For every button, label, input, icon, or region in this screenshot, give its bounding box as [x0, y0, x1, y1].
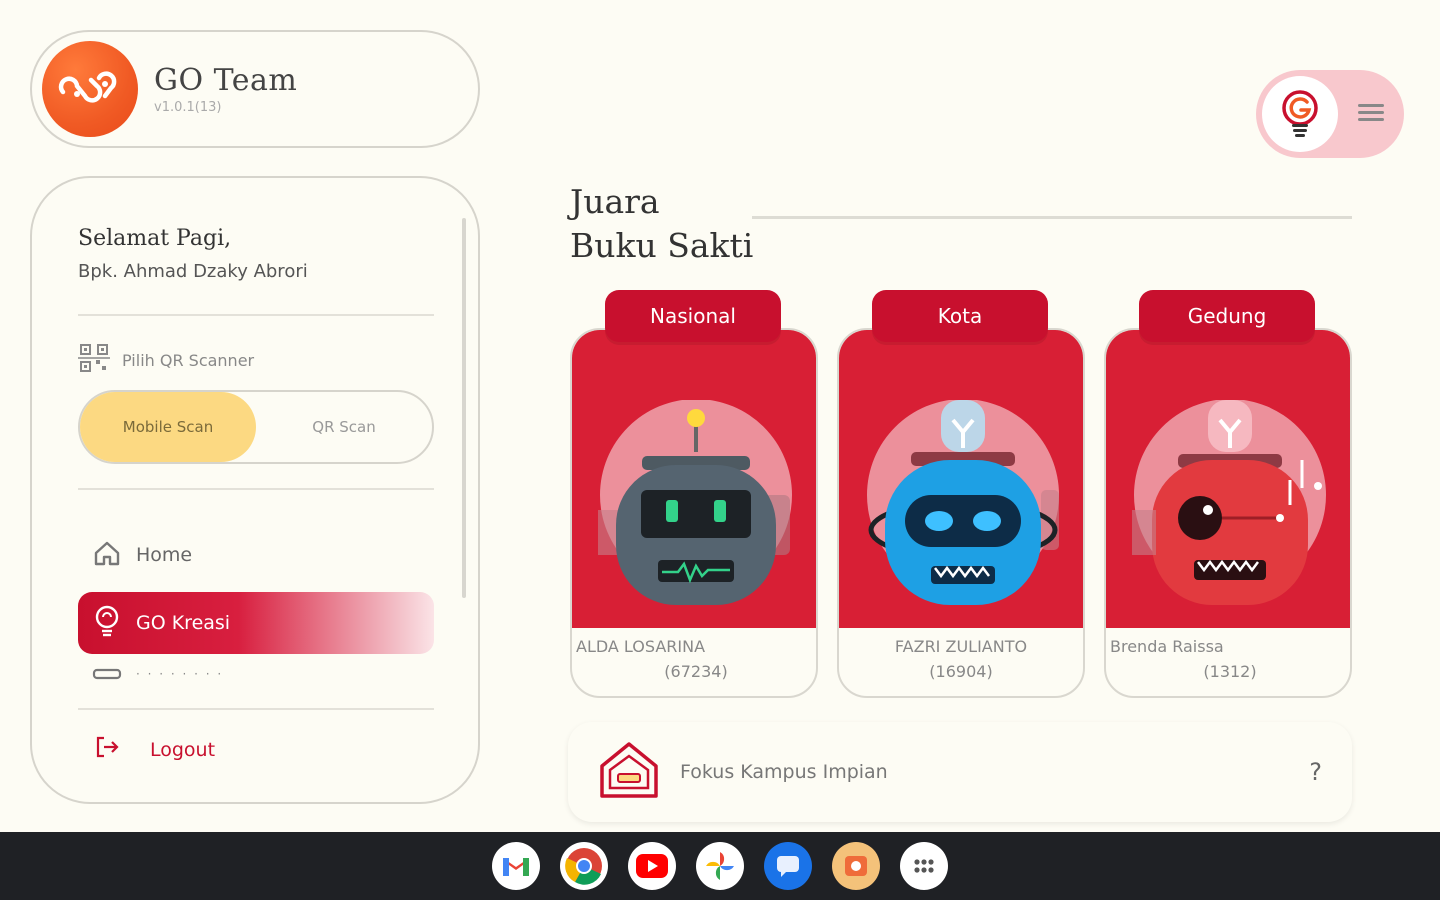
system-taskbar: [0, 832, 1440, 900]
gmail-icon[interactable]: [492, 842, 540, 890]
nav-item-home[interactable]: Home: [78, 524, 434, 586]
messages-icon[interactable]: [764, 842, 812, 890]
fokus-label: Fokus Kampus Impian: [680, 761, 888, 783]
app-logo: [42, 41, 138, 137]
app-version: v1.0.1(13): [154, 100, 222, 115]
sidebar-scrollbar[interactable]: [462, 218, 466, 598]
logout-label: Logout: [150, 738, 216, 761]
scan-mode-toggle: Mobile Scan QR Scan: [78, 390, 434, 464]
top-menu-pill[interactable]: [1256, 70, 1404, 158]
youtube-icon[interactable]: [628, 842, 676, 890]
gallery-icon[interactable]: [832, 842, 880, 890]
app-header-card: GO Team v1.0.1(13): [30, 30, 480, 148]
player-score: (67234): [664, 662, 728, 681]
section-title-line1: Juara: [570, 182, 660, 221]
fokus-kampus-card[interactable]: Fokus Kampus Impian ?: [568, 722, 1352, 822]
help-icon[interactable]: ?: [1309, 758, 1322, 786]
nav-item-label: · · · · · · · ·: [136, 667, 224, 681]
sidebar: Selamat Pagi, Bpk. Ahmad Dzaky Abrori Pi…: [30, 176, 480, 804]
gray-robot-avatar: [598, 400, 792, 605]
app-name: GO Team: [154, 63, 298, 98]
leaderboard-card-gedung[interactable]: Gedung Brenda Raissa (1312): [1104, 290, 1352, 698]
logout-icon: [94, 734, 120, 765]
brand-bulb-icon[interactable]: [1262, 76, 1338, 152]
user-name: Bpk. Ahmad Dzaky Abrori: [78, 261, 308, 282]
player-name: ALDA LOSARINA: [576, 637, 706, 656]
mobile-scan-option[interactable]: Mobile Scan: [80, 392, 256, 462]
nav-item-partial[interactable]: · · · · · · · ·: [78, 654, 434, 694]
player-name: Brenda Raissa: [1110, 637, 1224, 656]
chrome-icon[interactable]: [560, 842, 608, 890]
player-name: FAZRI ZULIANTO: [894, 637, 1028, 656]
qr-scan-option[interactable]: QR Scan: [256, 392, 432, 462]
campus-house-icon: [598, 740, 660, 804]
section-divider: [752, 216, 1352, 219]
divider: [78, 488, 434, 490]
leaderboard-card-nasional[interactable]: Nasional ALDA LOSARINA (67234): [570, 290, 818, 698]
player-score: (16904): [929, 662, 993, 681]
qr-scanner-label-text: Pilih QR Scanner: [122, 350, 255, 370]
logout-button[interactable]: Logout: [94, 734, 215, 765]
card-tab-label: Gedung: [1139, 290, 1315, 342]
bulb-icon: [92, 604, 122, 643]
nav-item-label: GO Kreasi: [136, 612, 231, 634]
section-title: Juara Buku Sakti: [570, 180, 753, 268]
red-robot-avatar: [1132, 400, 1326, 605]
section-title-line2: Buku Sakti: [570, 226, 754, 265]
nav-item-go-kreasi[interactable]: GO Kreasi: [78, 592, 434, 654]
card-icon: [92, 662, 122, 687]
divider: [78, 708, 434, 710]
qr-code-icon: [78, 342, 110, 378]
greeting-text: Selamat Pagi,: [78, 226, 232, 251]
apps-icon[interactable]: [900, 842, 948, 890]
hamburger-menu-icon[interactable]: [1358, 102, 1384, 126]
leaderboard-card-kota[interactable]: Kota FAZRI ZULIANTO (16904): [837, 290, 1085, 698]
blue-robot-avatar: [867, 400, 1059, 605]
card-tab-label: Nasional: [605, 290, 781, 342]
home-icon: [92, 538, 122, 573]
card-tab-label: Kota: [872, 290, 1048, 342]
divider: [78, 314, 434, 316]
player-score: (1312): [1203, 662, 1257, 681]
qr-scanner-label: Pilih QR Scanner: [78, 342, 254, 378]
photos-icon[interactable]: [696, 842, 744, 890]
nav-item-label: Home: [136, 544, 193, 566]
